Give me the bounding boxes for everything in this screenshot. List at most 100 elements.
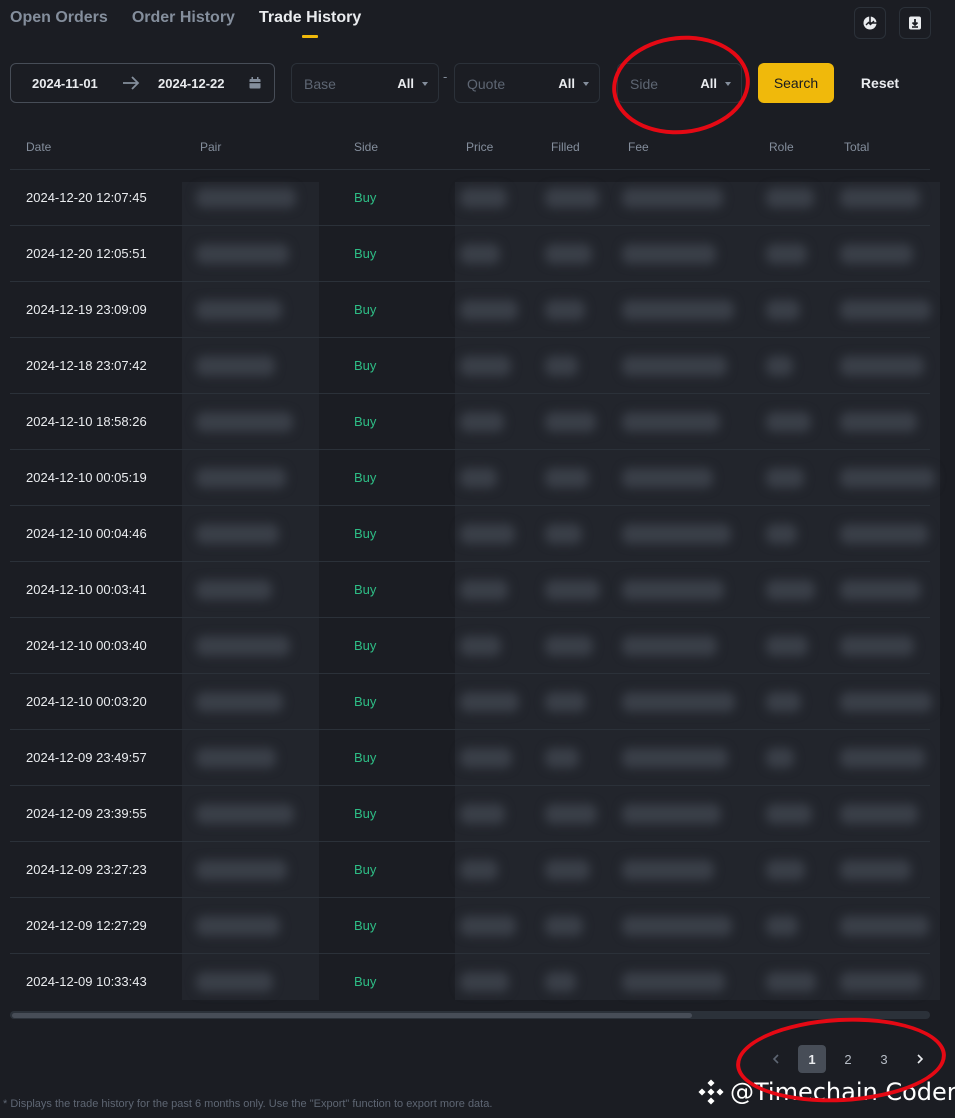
analysis-button[interactable] [854, 7, 886, 39]
trade-date: 2024-12-09 23:27:23 [26, 862, 147, 877]
tab-trade-history[interactable]: Trade History [259, 8, 361, 40]
redacted-value [460, 860, 498, 880]
trade-side: Buy [354, 246, 377, 261]
redacted-value [196, 244, 289, 264]
redacted-value [545, 692, 586, 712]
pair-separator: - [443, 69, 448, 84]
calendar-icon [249, 77, 261, 89]
trade-side: Buy [354, 470, 377, 485]
redacted-value [460, 636, 501, 656]
redacted-value [196, 524, 279, 544]
trade-date: 2024-12-09 10:33:43 [26, 974, 147, 989]
redacted-value [766, 356, 793, 376]
table-row: 2024-12-19 23:09:09 Buy [10, 282, 931, 338]
redacted-value [622, 972, 725, 992]
redacted-value [545, 412, 596, 432]
column-header-role[interactable]: Role [769, 140, 794, 154]
trade-date: 2024-12-10 00:03:41 [26, 582, 147, 597]
redacted-value [766, 412, 811, 432]
redacted-value [545, 580, 600, 600]
redacted-value [766, 692, 801, 712]
redacted-value [196, 580, 272, 600]
redacted-value [766, 524, 797, 544]
search-button[interactable]: Search [758, 63, 834, 103]
column-header-filled[interactable]: Filled [551, 140, 580, 154]
column-header-price[interactable]: Price [466, 140, 493, 154]
redacted-value [196, 636, 290, 656]
redacted-value [840, 860, 911, 880]
redacted-value [196, 692, 283, 712]
column-header-total[interactable]: Total [844, 140, 869, 154]
toolbar-icons [854, 7, 931, 39]
pie-chart-icon [863, 16, 877, 30]
table-row: 2024-12-18 23:07:42 Buy [10, 338, 930, 394]
date-end[interactable]: 2024-12-22 [158, 76, 225, 91]
redacted-value [840, 580, 921, 600]
trade-date: 2024-12-09 23:39:55 [26, 806, 147, 821]
table-row: 2024-12-09 23:27:23 Buy [10, 842, 930, 898]
download-icon [909, 16, 921, 30]
redacted-value [766, 468, 804, 488]
column-header-side[interactable]: Side [354, 140, 378, 154]
scrollbar-thumb[interactable] [12, 1013, 692, 1018]
redacted-value [196, 300, 282, 320]
table-row: 2024-12-10 00:03:41 Buy [10, 562, 930, 618]
redacted-value [460, 804, 505, 824]
trade-side: Buy [354, 694, 377, 709]
trade-date: 2024-12-10 00:05:19 [26, 470, 147, 485]
redacted-value [622, 412, 720, 432]
redacted-value [840, 692, 932, 712]
chevron-down-icon [422, 82, 428, 86]
tab-order-history[interactable]: Order History [132, 8, 235, 40]
date-start[interactable]: 2024-11-01 [32, 76, 98, 91]
redacted-value [622, 244, 716, 264]
redacted-value [840, 356, 924, 376]
table-row: 2024-12-10 00:03:20 Buy [10, 674, 932, 730]
table-row: 2024-12-10 00:04:46 Buy [10, 506, 930, 562]
redacted-value [545, 524, 582, 544]
redacted-value [840, 524, 928, 544]
redacted-value [840, 748, 925, 768]
redacted-value [460, 916, 516, 936]
trade-side: Buy [354, 750, 377, 765]
redacted-value [460, 412, 504, 432]
redacted-value [196, 916, 280, 936]
table-row: 2024-12-09 12:27:29 Buy [10, 898, 930, 954]
table-row: 2024-12-20 12:07:45 Buy [10, 170, 930, 226]
redacted-value [622, 916, 732, 936]
table-row: 2024-12-10 00:03:40 Buy [10, 618, 930, 674]
trade-date: 2024-12-09 23:49:57 [26, 750, 147, 765]
trade-side: Buy [354, 358, 377, 373]
date-range-picker[interactable]: 2024-11-01 2024-12-22 [10, 63, 275, 103]
trade-side: Buy [354, 582, 377, 597]
tab-open-orders[interactable]: Open Orders [10, 8, 108, 40]
redacted-value [196, 188, 296, 208]
redacted-value [196, 412, 293, 432]
trade-side: Buy [354, 862, 377, 877]
export-button[interactable] [899, 7, 931, 39]
trade-side: Buy [354, 918, 377, 933]
redacted-value [622, 692, 735, 712]
base-select[interactable]: Base All [291, 63, 439, 103]
redacted-value [622, 580, 724, 600]
trade-side: Buy [354, 974, 377, 989]
redacted-value [622, 468, 713, 488]
redacted-value [196, 748, 276, 768]
trade-date: 2024-12-20 12:07:45 [26, 190, 147, 205]
trade-side: Buy [354, 190, 377, 205]
redacted-value [545, 188, 599, 208]
column-header-fee[interactable]: Fee [628, 140, 649, 154]
table-row: 2024-12-09 10:33:43 Buy [10, 954, 930, 1010]
redacted-value [196, 468, 286, 488]
redacted-value [460, 188, 507, 208]
chevron-down-icon [583, 82, 589, 86]
table-row: 2024-12-09 23:49:57 Buy [10, 730, 930, 786]
column-header-pair[interactable]: Pair [200, 140, 221, 154]
redacted-value [622, 860, 714, 880]
redacted-value [622, 748, 728, 768]
redacted-value [840, 244, 913, 264]
column-header-date[interactable]: Date [26, 140, 51, 154]
trade-date: 2024-12-20 12:05:51 [26, 246, 147, 261]
reset-button[interactable]: Reset [848, 63, 912, 103]
quote-select[interactable]: Quote All [454, 63, 600, 103]
